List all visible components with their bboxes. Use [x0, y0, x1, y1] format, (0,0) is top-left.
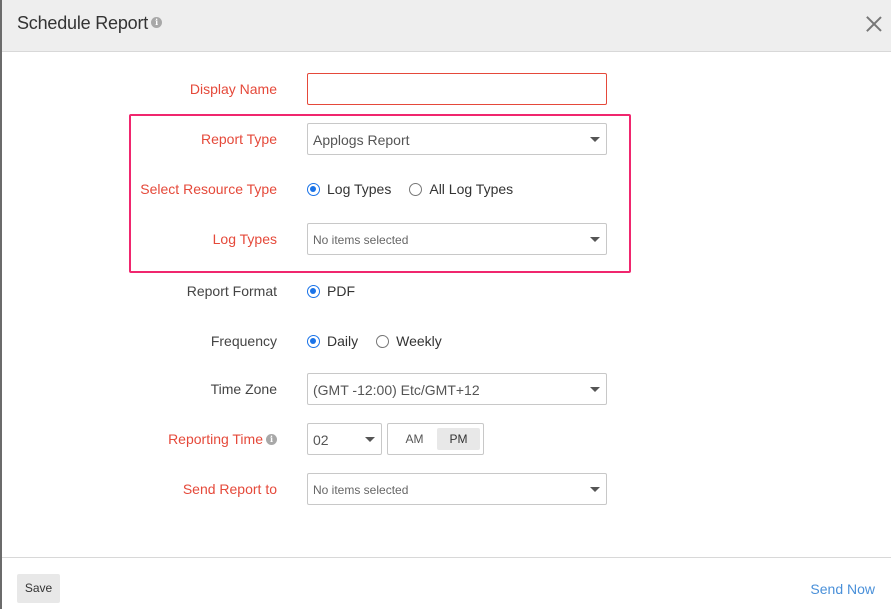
resource-type-label: Select Resource Type — [140, 181, 277, 197]
dialog-title-text: Schedule Report — [17, 13, 149, 33]
radio-label: Daily — [327, 333, 359, 349]
send-now-link[interactable]: Send Now — [810, 581, 875, 597]
radio-label: Weekly — [396, 333, 442, 349]
time-zone-select[interactable]: (GMT -12:00) Etc/GMT+12 — [307, 373, 607, 405]
chevron-down-icon — [365, 437, 375, 442]
report-type-label: Report Type — [200, 131, 277, 147]
am-pm-toggle: AM PM — [387, 423, 484, 455]
radio-label: Log Types — [327, 181, 392, 197]
radio-unselected-icon — [409, 182, 423, 196]
reporting-time-row: Reporting Time i 02 AM PM — [0, 423, 891, 455]
hour-select[interactable]: 02 — [307, 423, 382, 455]
log-types-row: Log Types No items selected — [0, 223, 891, 255]
chevron-down-icon — [590, 137, 600, 142]
resource-type-radio-group: Log Types All Log Types — [307, 181, 531, 197]
send-report-to-label: Send Report to — [182, 481, 277, 497]
chevron-down-icon — [590, 237, 600, 242]
time-zone-value: (GMT -12:00) Etc/GMT+12 — [313, 382, 480, 398]
report-type-row: Report Type Applogs Report — [0, 123, 891, 155]
radio-weekly[interactable]: Weekly — [376, 333, 442, 349]
time-zone-row: Time Zone (GMT -12:00) Etc/GMT+12 — [0, 373, 891, 405]
dialog-title: Schedule Report i — [17, 13, 163, 34]
radio-selected-icon — [307, 284, 320, 298]
am-button[interactable]: AM — [393, 428, 436, 450]
send-report-to-row: Send Report to No items selected — [0, 473, 891, 505]
report-type-select[interactable]: Applogs Report — [307, 123, 607, 155]
save-button[interactable]: Save — [17, 574, 60, 603]
report-format-row: Report Format PDF — [0, 275, 891, 307]
close-icon[interactable] — [865, 15, 883, 33]
time-zone-label: Time Zone — [210, 381, 277, 397]
log-types-value: No items selected — [313, 233, 409, 247]
radio-log-types[interactable]: Log Types — [307, 181, 391, 197]
reporting-time-label: Reporting Time i — [168, 431, 277, 447]
radio-selected-icon — [307, 334, 320, 348]
display-name-input[interactable] — [307, 73, 607, 105]
report-type-value: Applogs Report — [313, 132, 410, 148]
pm-button[interactable]: PM — [437, 428, 480, 450]
chevron-down-icon — [590, 487, 600, 492]
send-report-to-value: No items selected — [313, 483, 409, 497]
frequency-row: Frequency Daily Weekly — [0, 325, 891, 357]
frequency-label: Frequency — [210, 333, 277, 349]
hour-value: 02 — [313, 432, 329, 448]
log-types-multiselect[interactable]: No items selected — [307, 223, 607, 255]
frequency-radio-group: Daily Weekly — [307, 333, 460, 349]
radio-label: PDF — [327, 283, 355, 299]
dialog-header: Schedule Report i — [2, 0, 891, 52]
reporting-time-label-text: Reporting Time — [168, 431, 263, 447]
display-name-label: Display Name — [189, 81, 277, 97]
report-format-radio-group: PDF — [307, 283, 373, 299]
send-report-to-multiselect[interactable]: No items selected — [307, 473, 607, 505]
report-format-label: Report Format — [186, 283, 277, 299]
display-name-row: Display Name — [0, 73, 891, 105]
dialog-footer: Save Send Now — [2, 557, 891, 609]
radio-all-log-types[interactable]: All Log Types — [409, 181, 513, 197]
radio-daily[interactable]: Daily — [307, 333, 358, 349]
info-icon[interactable]: i — [151, 17, 163, 29]
radio-pdf[interactable]: PDF — [307, 283, 355, 299]
log-types-label: Log Types — [212, 231, 277, 247]
resource-type-row: Select Resource Type Log Types All Log T… — [0, 173, 891, 205]
radio-unselected-icon — [376, 334, 390, 348]
info-icon[interactable]: i — [266, 433, 277, 445]
radio-selected-icon — [307, 182, 320, 196]
radio-label: All Log Types — [429, 181, 514, 197]
chevron-down-icon — [590, 387, 600, 392]
